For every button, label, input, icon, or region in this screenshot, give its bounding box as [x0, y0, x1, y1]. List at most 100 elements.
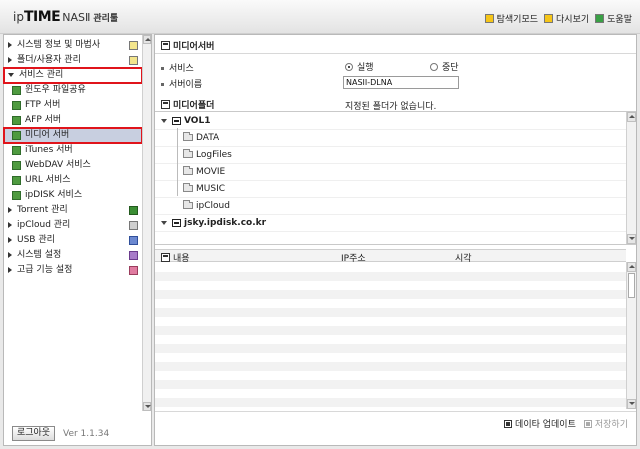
scroll-up-button[interactable] [627, 112, 636, 122]
scroll-down-button[interactable] [143, 402, 151, 411]
row-divider [155, 180, 627, 181]
row-divider [155, 197, 627, 198]
torrent-icon [129, 206, 138, 215]
radio-stop-label: 중단 [442, 63, 459, 73]
tree-folder-logfiles[interactable]: LogFiles [183, 148, 232, 161]
afp-icon [12, 116, 21, 125]
logo-ip: ip [13, 10, 24, 24]
caret-right-icon [8, 266, 12, 273]
table-row [155, 272, 626, 281]
scroll-down-button[interactable] [627, 399, 636, 409]
row-divider [155, 129, 627, 130]
sidebar-item-windows-share[interactable]: 윈도우 파일공유 [4, 83, 142, 98]
sidebar-item-label: FTP 서버 [25, 100, 61, 110]
scroll-up-button[interactable] [627, 262, 636, 272]
tree-folder-music[interactable]: MUSIC [183, 182, 225, 195]
itunes-icon [12, 146, 21, 155]
home-icon [161, 253, 170, 262]
sidebar-item-system-settings[interactable]: 시스템 설정 [4, 248, 142, 263]
sidebar-item-ipdisk[interactable]: ipDISK 서비스 [4, 188, 142, 203]
sidebar-item-afp[interactable]: AFP 서버 [4, 113, 142, 128]
radio-run-label: 실행 [357, 63, 374, 73]
tree-connector [177, 128, 178, 196]
scroll-down-button[interactable] [627, 234, 636, 244]
arrow-down-icon [145, 405, 151, 408]
tree-node-remote[interactable]: jsky.ipdisk.co.kr [161, 216, 266, 229]
sidebar-item-media-server[interactable]: 미디어 서버 [3, 127, 143, 144]
sidebar-item-ipcloud[interactable]: ipCloud 관리 [4, 218, 142, 233]
table-row [155, 308, 626, 317]
arrow-down-icon [629, 237, 635, 240]
sidebar-item-label: 윈도우 파일공유 [25, 85, 86, 95]
help-link[interactable]: 도움말 [595, 12, 632, 25]
service-label: 서비스 [161, 61, 194, 74]
tree-folder-movie[interactable]: MOVIE [183, 165, 225, 178]
logo-admin: 관리툴 [93, 14, 119, 24]
url-icon [12, 176, 21, 185]
table-row [155, 290, 626, 299]
explorer-mode-link[interactable]: 탐색기모드 [484, 12, 538, 25]
sidebar-item-label: 시스템 설정 [17, 250, 62, 260]
tree-folder-ipcloud[interactable]: ipCloud [183, 199, 230, 212]
log-scrollbar[interactable] [626, 262, 636, 409]
sidebar-item-itunes[interactable]: iTunes 서버 [4, 143, 142, 158]
caret-right-icon [8, 41, 12, 48]
tree-folder-label: ipCloud [196, 200, 230, 211]
radio-run-dot[interactable] [345, 62, 353, 71]
tree-node-vol1[interactable]: VOL1 [161, 114, 210, 127]
media-server-icon [161, 41, 170, 50]
radio-run[interactable]: 실행 [345, 60, 374, 73]
logout-button[interactable]: 로그아웃 [12, 426, 55, 441]
app-window: ip TIME NASⅡ 관리툴 탐색기모드 다시보기 도움말 시스템 정보 및… [0, 0, 640, 449]
sidebar-scrollbar[interactable] [142, 35, 151, 411]
caret-right-icon [8, 221, 12, 228]
media-folder-title: 미디어폴더 [161, 98, 214, 111]
tree-folder-label: LogFiles [196, 149, 232, 160]
radio-stop[interactable]: 중단 [430, 60, 459, 73]
save-button[interactable]: 저장하기 [583, 417, 628, 430]
sidebar-item-ftp[interactable]: FTP 서버 [4, 98, 142, 113]
refresh-link[interactable]: 다시보기 [544, 12, 589, 25]
sidebar-item-folder-user[interactable]: 폴더/사용자 관리 [4, 53, 142, 68]
sidebar-item-label: AFP 서버 [25, 115, 62, 125]
arrow-down-icon [629, 402, 635, 405]
ftp-icon [12, 101, 21, 110]
server-name-input[interactable] [343, 76, 459, 89]
table-row [155, 398, 626, 407]
page-title-text: 미디어서버 [173, 42, 215, 52]
sidebar-item-usb[interactable]: USB 관리 [4, 233, 142, 248]
row-divider [155, 163, 627, 164]
row-divider [155, 146, 627, 147]
network-disk-icon [172, 218, 181, 227]
data-update-label: 데이타 업데이트 [515, 420, 576, 430]
media-server-icon [12, 131, 21, 140]
sidebar-item-webdav[interactable]: WebDAV 서비스 [4, 158, 142, 173]
logo-time: TIME [23, 9, 61, 25]
scroll-up-button[interactable] [143, 35, 151, 44]
caret-right-icon [8, 56, 12, 63]
radio-stop-dot[interactable] [430, 62, 438, 71]
sidebar-item-torrent[interactable]: Torrent 관리 [4, 203, 142, 218]
sidebar-item-label: Torrent 관리 [17, 205, 68, 215]
sidebar-item-service-management[interactable]: 서비스 관리 [3, 67, 143, 84]
windows-share-icon [12, 86, 21, 95]
version-label: Ver 1.1.34 [63, 429, 110, 439]
page-title: 미디어서버 [161, 39, 214, 52]
scroll-thumb[interactable] [628, 273, 635, 298]
tree-folder-data[interactable]: DATA [183, 131, 219, 144]
bullet-icon [161, 83, 164, 86]
sidebar: 시스템 정보 및 마법사 폴더/사용자 관리 서비스 관리 윈도우 파일공유 F… [3, 34, 152, 446]
sidebar-item-label: iTunes 서버 [25, 145, 73, 155]
media-folder-icon [161, 100, 170, 109]
sidebar-item-advanced[interactable]: 고급 기능 설정 [4, 263, 142, 278]
folder-icon [183, 200, 193, 209]
sidebar-item-label: 시스템 정보 및 마법사 [17, 40, 101, 50]
chart-icon [129, 41, 138, 50]
divider [155, 53, 636, 54]
webdav-icon [12, 161, 21, 170]
sidebar-item-url[interactable]: URL 서비스 [4, 173, 142, 188]
folder-icon [183, 183, 193, 192]
sidebar-item-system-info[interactable]: 시스템 정보 및 마법사 [4, 38, 142, 53]
data-update-button[interactable]: 데이타 업데이트 [504, 417, 576, 430]
tree-scrollbar[interactable] [626, 112, 636, 244]
